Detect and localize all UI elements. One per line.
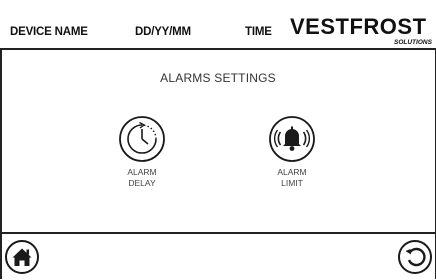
alarm-delay-button[interactable]: ALARM DELAY: [97, 114, 187, 189]
date-label: DD/YY/MM: [135, 26, 191, 38]
clock-icon: [117, 114, 167, 164]
alarm-limit-button[interactable]: ALARM LIMIT: [247, 114, 337, 189]
logo-subtext: SOLUTIONS: [394, 39, 433, 46]
header-divider: [0, 48, 436, 50]
header-bar: DEVICE NAME DD/YY/MM TIME VESTFROST SOLU…: [0, 0, 436, 48]
alarm-delay-line2: DELAY: [97, 178, 187, 189]
back-button[interactable]: [397, 239, 433, 275]
logo-text: VESTFROST: [290, 14, 427, 39]
alarm-delay-label: ALARM DELAY: [97, 167, 187, 189]
home-icon: [4, 239, 40, 275]
page-title: ALARMS SETTINGS: [0, 71, 436, 85]
time-label: TIME: [245, 26, 272, 38]
alarm-limit-line1: ALARM: [247, 167, 337, 178]
alarm-limit-line2: LIMIT: [247, 178, 337, 189]
screen: DEVICE NAME DD/YY/MM TIME VESTFROST SOLU…: [0, 0, 436, 279]
footer-divider: [0, 232, 436, 234]
back-icon: [397, 239, 433, 275]
device-name-label: DEVICE NAME: [10, 26, 88, 38]
alarm-limit-label: ALARM LIMIT: [247, 167, 337, 189]
home-button[interactable]: [4, 239, 40, 275]
bell-icon: [267, 114, 317, 164]
alarm-delay-line1: ALARM: [97, 167, 187, 178]
brand-logo: VESTFROST SOLUTIONS: [288, 10, 434, 46]
